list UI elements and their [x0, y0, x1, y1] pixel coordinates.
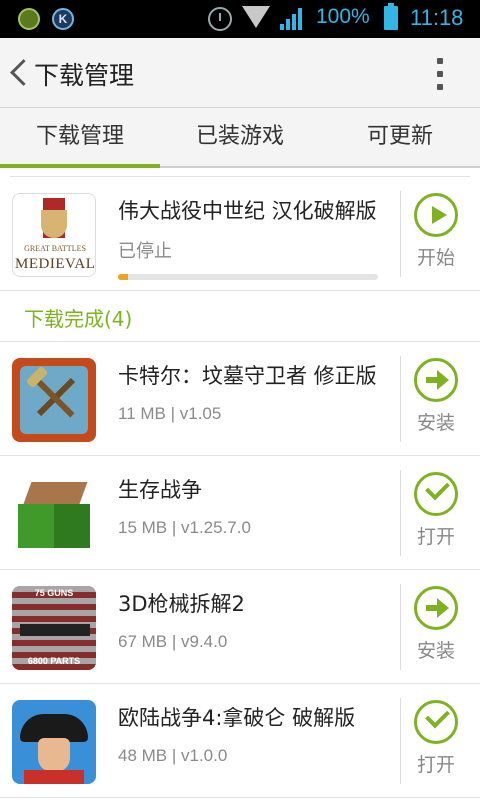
open-button[interactable]: 打开 [408, 466, 464, 562]
app-meta: 15 MB | v1.25.7.0 [118, 518, 251, 537]
app-name: 3D枪械拆解2 [118, 592, 245, 616]
k-notification-icon: K [52, 8, 74, 30]
install-button[interactable]: 安装 [408, 580, 464, 676]
start-button[interactable]: 开始 [408, 187, 464, 283]
app-meta: 67 MB | v9.4.0 [118, 632, 228, 651]
play-icon [414, 193, 458, 237]
app-name: 伟大战役中世纪 汉化破解版 [118, 199, 377, 223]
overflow-menu-icon[interactable] [430, 56, 450, 92]
app-thumbnail: GREAT BATTLES MEDIEVAL [12, 193, 96, 277]
tab-download-manager[interactable]: 下载管理 [0, 108, 160, 168]
download-list: GREAT BATTLES MEDIEVAL 伟大战役中世纪 汉化破解版 已停止… [0, 168, 480, 798]
action-label: 开始 [416, 247, 455, 269]
arrow-right-icon [414, 358, 458, 402]
check-icon [414, 472, 458, 516]
app-name: 卡特尔：坟墓守卫者 修正版 [118, 364, 377, 388]
install-button[interactable]: 安装 [408, 352, 464, 448]
list-item[interactable]: 欧陆战争4:拿破仑 破解版 48 MB | v1.0.0 打开 [0, 684, 480, 798]
action-label: 安装 [416, 640, 455, 662]
completed-section-header: 下载完成(4) [0, 291, 480, 342]
wifi-icon [242, 6, 270, 28]
tab-bar: 下载管理 已装游戏 可更新 [0, 108, 480, 168]
page-title: 下载管理 [34, 61, 135, 90]
tab-updatable[interactable]: 可更新 [320, 108, 480, 166]
action-label: 打开 [416, 526, 455, 548]
progress-bar [118, 274, 378, 280]
clock: 11:18 [410, 5, 464, 30]
tab-installed-games[interactable]: 已装游戏 [160, 108, 320, 166]
app-name: 欧陆战争4:拿破仑 破解版 [118, 706, 356, 730]
app-thumbnail [12, 700, 96, 784]
app-thumbnail [12, 472, 96, 556]
check-icon [414, 700, 458, 744]
alarm-icon [208, 7, 232, 31]
app-meta: 48 MB | v1.0.0 [118, 746, 228, 765]
downloading-item[interactable]: GREAT BATTLES MEDIEVAL 伟大战役中世纪 汉化破解版 已停止… [0, 176, 480, 291]
battery-percent: 100% [316, 5, 370, 28]
app-thumbnail [12, 358, 96, 442]
arrow-right-icon [414, 586, 458, 630]
list-item[interactable]: 卡特尔：坟墓守卫者 修正版 11 MB | v1.05 安装 [0, 342, 480, 456]
action-bar: 下载管理 [0, 38, 480, 108]
app-notification-icon [18, 8, 40, 30]
action-label: 安装 [416, 412, 455, 434]
open-button[interactable]: 打开 [408, 694, 464, 790]
battery-icon [384, 3, 398, 30]
action-label: 打开 [416, 754, 455, 776]
list-item[interactable]: 75 GUNS 6800 PARTS 3D枪械拆解2 67 MB | v9.4.… [0, 570, 480, 684]
back-icon[interactable] [6, 56, 32, 90]
download-status: 已停止 [118, 241, 172, 262]
app-name: 生存战争 [118, 478, 202, 502]
signal-icon [280, 8, 304, 30]
status-bar: K 100% 11:18 [0, 0, 480, 38]
list-item[interactable]: 生存战争 15 MB | v1.25.7.0 打开 [0, 456, 480, 570]
app-meta: 11 MB | v1.05 [118, 404, 222, 423]
app-thumbnail: 75 GUNS 6800 PARTS [12, 586, 96, 670]
